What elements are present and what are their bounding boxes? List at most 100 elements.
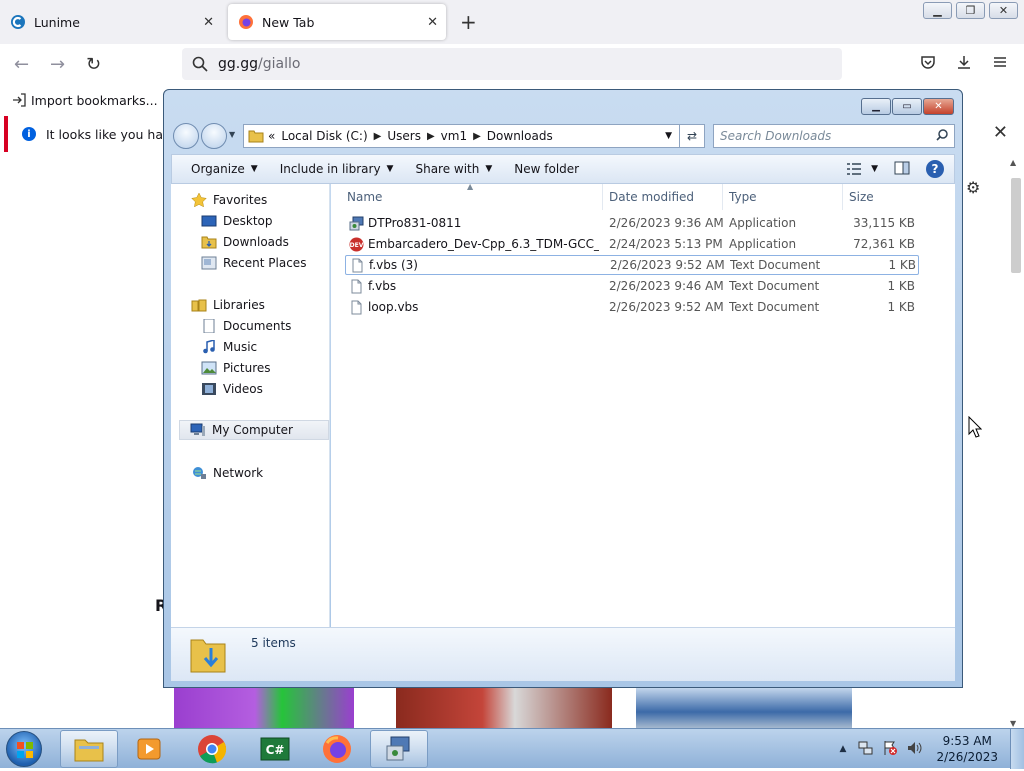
view-controls: ▼ ? xyxy=(847,160,944,178)
file-row[interactable]: loop.vbs 2/26/2023 9:52 AM Text Document 1 … xyxy=(345,297,919,317)
file-row[interactable]: f.vbs 2/26/2023 9:46 AM Text Document 1 KB xyxy=(345,276,919,296)
file-name: f.vbs (3) xyxy=(369,257,418,272)
share-with-button[interactable]: Share with ▼ xyxy=(404,162,503,176)
breadcrumb-separator-icon[interactable]: ▶ xyxy=(374,131,382,142)
shortcut-tile-image[interactable] xyxy=(174,688,354,728)
minimize-icon[interactable]: ▁ xyxy=(861,98,891,115)
breadcrumb-separator-icon[interactable]: ▶ xyxy=(427,131,435,142)
new-folder-button[interactable]: New folder xyxy=(503,162,590,176)
include-label: Include in library xyxy=(279,162,381,176)
scroll-down-icon[interactable]: ▼ xyxy=(1010,719,1016,728)
nav-recent-places[interactable]: Recent Places xyxy=(201,253,306,273)
show-desktop-button[interactable] xyxy=(1010,729,1024,769)
search-input[interactable]: Search Downloads xyxy=(713,124,955,148)
preview-pane-icon[interactable] xyxy=(894,161,910,178)
page-scrollbar[interactable]: ▲ ▼ xyxy=(1008,158,1022,728)
url-bar[interactable]: gg.gg/giallo xyxy=(182,48,842,80)
file-name-cell: DEV Embarcadero_Dev-Cpp_6.3_TDM-GCC_9.... xyxy=(349,237,599,252)
network-status-icon[interactable] xyxy=(858,740,874,759)
column-header-date[interactable]: Date modified xyxy=(603,184,723,210)
taskbar-installer-button[interactable] xyxy=(370,730,428,768)
column-header-size[interactable]: Size xyxy=(843,184,923,210)
restore-icon[interactable]: ❐ xyxy=(956,2,985,19)
reload-icon[interactable]: ↻ xyxy=(86,54,101,75)
file-name: loop.vbs xyxy=(368,299,419,314)
column-label: Name xyxy=(347,190,383,204)
scroll-up-icon[interactable]: ▲ xyxy=(1010,158,1016,167)
download-icon[interactable] xyxy=(956,54,972,74)
search-icon[interactable] xyxy=(936,128,948,144)
close-icon[interactable]: ✕ xyxy=(923,98,954,115)
nav-videos[interactable]: Videos xyxy=(201,379,263,399)
show-hidden-icons-icon[interactable]: ▲ xyxy=(840,744,847,754)
close-tab-icon[interactable]: ✕ xyxy=(203,15,214,30)
volume-speaker-icon[interactable] xyxy=(906,740,924,759)
breadcrumb-separator-icon[interactable]: ▶ xyxy=(473,131,481,142)
import-icon xyxy=(13,93,26,107)
taskbar-csharp-button[interactable]: C# xyxy=(246,730,304,768)
path-overflow-icon[interactable]: « xyxy=(268,129,275,143)
address-dropdown-icon[interactable]: ▼ xyxy=(665,131,672,141)
close-tab-icon[interactable]: ✕ xyxy=(427,15,438,30)
desktop-icon xyxy=(201,214,217,228)
help-icon[interactable]: ? xyxy=(926,160,944,178)
network-globe-icon xyxy=(191,466,207,480)
clock[interactable]: 9:53 AM 2/26/2023 xyxy=(936,733,998,765)
taskbar-explorer-button[interactable] xyxy=(60,730,118,768)
include-in-library-button[interactable]: Include in library ▼ xyxy=(269,162,405,176)
nav-desktop[interactable]: Desktop xyxy=(201,211,273,231)
nav-music[interactable]: Music xyxy=(201,337,257,357)
close-icon[interactable]: ✕ xyxy=(989,2,1018,19)
taskbar-media-player-button[interactable] xyxy=(120,730,178,768)
pocket-icon[interactable] xyxy=(920,54,936,74)
recent-pages-chevron-icon[interactable]: ▼ xyxy=(229,130,235,139)
menu-hamburger-icon[interactable] xyxy=(992,54,1008,74)
back-arrow-icon[interactable]: ← xyxy=(14,54,29,75)
change-view-icon[interactable]: ▼ xyxy=(847,163,878,175)
forward-arrow-icon[interactable] xyxy=(201,123,227,149)
nav-favorites[interactable]: Favorites xyxy=(191,190,267,210)
new-tab-plus-icon[interactable]: + xyxy=(460,10,477,34)
file-name-cell: f.vbs (3) xyxy=(350,258,600,273)
breadcrumb-local-disk[interactable]: Local Disk (C:) xyxy=(281,129,367,143)
item-count: 5 items xyxy=(251,636,296,650)
organize-button[interactable]: Organize ▼ xyxy=(180,162,269,176)
nav-documents[interactable]: Documents xyxy=(201,316,291,336)
clock-time: 9:53 AM xyxy=(942,734,992,748)
computer-icon xyxy=(190,423,206,437)
nav-downloads[interactable]: Downloads xyxy=(201,232,289,252)
windows-logo-icon xyxy=(17,742,33,758)
file-row[interactable]: f.vbs (3) 2/26/2023 9:52 AM Text Document 1… xyxy=(345,255,919,275)
chevron-down-icon[interactable]: ▼ xyxy=(871,164,878,174)
close-notification-icon[interactable]: ✕ xyxy=(993,122,1008,143)
start-button[interactable] xyxy=(6,731,42,767)
column-header-name[interactable]: Name ▲ xyxy=(341,182,603,210)
column-header-type[interactable]: Type xyxy=(723,184,843,210)
settings-gear-icon[interactable]: ⚙ xyxy=(966,178,980,197)
tab-new-tab[interactable]: New Tab ✕ xyxy=(228,4,446,40)
import-bookmarks-link[interactable]: Import bookmarks... xyxy=(12,93,158,108)
tab-lunime[interactable]: Lunime ✕ xyxy=(0,4,222,40)
refresh-icon[interactable]: ⇄ xyxy=(679,124,705,148)
breadcrumb-users[interactable]: Users xyxy=(387,129,421,143)
taskbar-chrome-button[interactable] xyxy=(183,730,241,768)
address-bar[interactable]: « Local Disk (C:) ▶ Users ▶ vm1 ▶ Downlo… xyxy=(243,124,703,148)
navigation-pane: Favorites Desktop Downloads Recent Place… xyxy=(171,184,330,627)
back-arrow-icon[interactable] xyxy=(173,123,199,149)
maximize-icon[interactable]: ▭ xyxy=(892,98,922,115)
breadcrumb-downloads[interactable]: Downloads xyxy=(487,129,553,143)
file-row[interactable]: DEV Embarcadero_Dev-Cpp_6.3_TDM-GCC_9....… xyxy=(345,234,919,254)
taskbar-firefox-button[interactable] xyxy=(308,730,366,768)
scrollbar-thumb[interactable] xyxy=(1011,178,1021,273)
nav-libraries[interactable]: Libraries xyxy=(191,295,265,315)
breadcrumb-vm1[interactable]: vm1 xyxy=(441,129,467,143)
shortcut-tile-image[interactable] xyxy=(636,688,852,728)
nav-pictures[interactable]: Pictures xyxy=(201,358,271,378)
shortcut-tile-image[interactable] xyxy=(396,688,612,728)
nav-my-computer[interactable]: My Computer xyxy=(179,420,329,440)
forward-arrow-icon[interactable]: → xyxy=(50,54,65,75)
minimize-icon[interactable]: ▁ xyxy=(923,2,952,19)
nav-network[interactable]: Network xyxy=(191,463,263,483)
action-center-flag-icon[interactable] xyxy=(882,740,898,759)
file-row[interactable]: DTPro831-0811 2/26/2023 9:36 AM Applicatio… xyxy=(345,213,919,233)
